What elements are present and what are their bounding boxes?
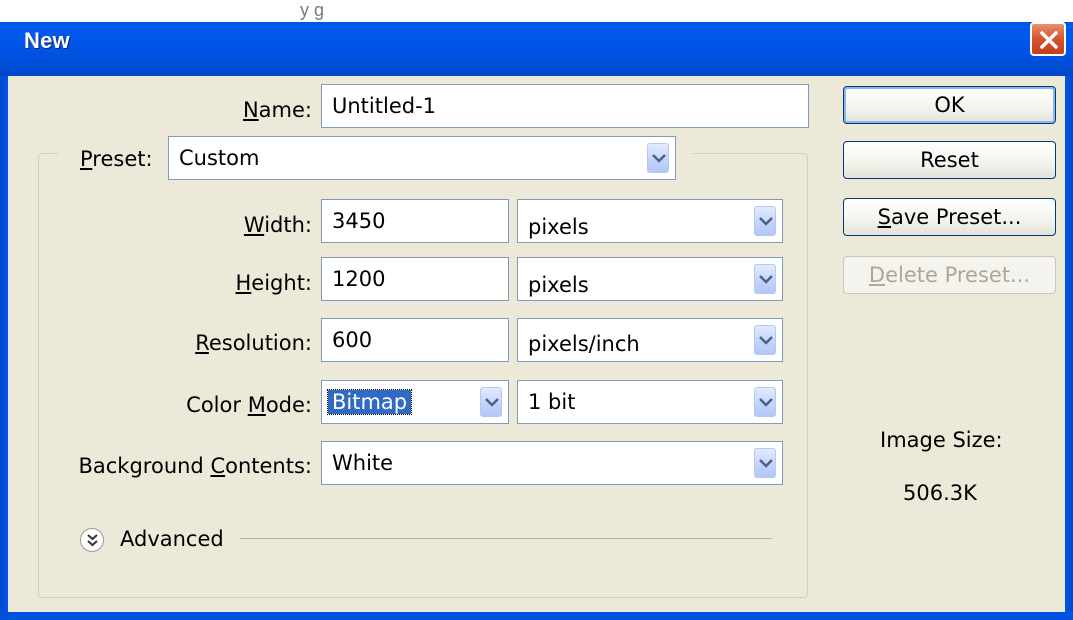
advanced-label[interactable]: Advanced (120, 526, 224, 552)
height-input[interactable]: 1200 (321, 257, 509, 301)
window-frame-bottom (0, 612, 1073, 620)
expand-chevron-icon (87, 534, 98, 547)
preset-dropdown[interactable]: Custom (168, 136, 676, 180)
dropdown-arrow-icon[interactable] (754, 264, 776, 294)
delete-preset-button: Delete Preset... (843, 256, 1056, 294)
reset-button[interactable]: Reset (843, 141, 1056, 179)
resolution-unit-dropdown[interactable]: pixels/inch (517, 318, 783, 362)
height-unit-dropdown[interactable]: pixels (517, 257, 783, 301)
color-mode-dropdown[interactable]: Bitmap (321, 380, 509, 424)
window-frame-right (1065, 76, 1073, 620)
advanced-toggle-button[interactable] (80, 528, 104, 552)
color-mode-label: Color Mode: (186, 393, 312, 417)
background-text: y g (300, 0, 325, 20)
advanced-divider (240, 538, 772, 539)
resolution-input[interactable]: 600 (321, 318, 509, 362)
background-contents-value: White (332, 451, 394, 475)
new-document-dialog: y g New Name: Untitled-1 Preset: Custom … (0, 0, 1073, 620)
dialog-title: New (24, 28, 70, 53)
bit-depth-dropdown[interactable]: 1 bit (517, 380, 783, 424)
color-mode-value: Bitmap (326, 389, 413, 415)
width-input[interactable]: 3450 (321, 199, 509, 243)
background-strip: y g (0, 0, 1073, 22)
dropdown-arrow-icon[interactable] (480, 387, 502, 417)
preset-label: Preset: (80, 147, 153, 171)
preset-value: Custom (179, 146, 260, 170)
height-unit-value: pixels (528, 273, 589, 297)
close-icon (1040, 31, 1058, 49)
title-bar[interactable]: y g New (0, 0, 1073, 76)
close-button[interactable] (1030, 22, 1066, 56)
dropdown-arrow-icon[interactable] (647, 143, 669, 173)
bit-depth-value: 1 bit (528, 390, 576, 414)
ok-button[interactable]: OK (843, 86, 1056, 124)
dropdown-arrow-icon[interactable] (754, 387, 776, 417)
name-value: Untitled-1 (332, 94, 437, 118)
height-value: 1200 (332, 267, 386, 291)
resolution-value: 600 (332, 328, 373, 352)
width-value: 3450 (332, 209, 386, 233)
image-size-label: Image Size: (880, 428, 1003, 452)
dropdown-arrow-icon[interactable] (754, 448, 776, 478)
width-label: Width: (243, 213, 312, 237)
name-input[interactable]: Untitled-1 (321, 84, 809, 128)
dropdown-arrow-icon[interactable] (754, 325, 776, 355)
name-label: Name: (242, 98, 312, 122)
width-unit-value: pixels (528, 215, 589, 239)
image-size-value: 506.3K (903, 481, 977, 505)
resolution-unit-value: pixels/inch (528, 332, 640, 356)
width-unit-dropdown[interactable]: pixels (517, 199, 783, 243)
window-frame-left (0, 76, 8, 620)
color-mode-value-wrap: Bitmap (326, 389, 413, 415)
dropdown-arrow-icon[interactable] (754, 206, 776, 236)
background-contents-dropdown[interactable]: White (321, 441, 783, 485)
resolution-label: Resolution: (195, 331, 312, 355)
background-contents-label: Background Contents: (78, 454, 312, 478)
height-label: Height: (235, 271, 313, 295)
save-preset-button[interactable]: Save Preset... (843, 198, 1056, 236)
